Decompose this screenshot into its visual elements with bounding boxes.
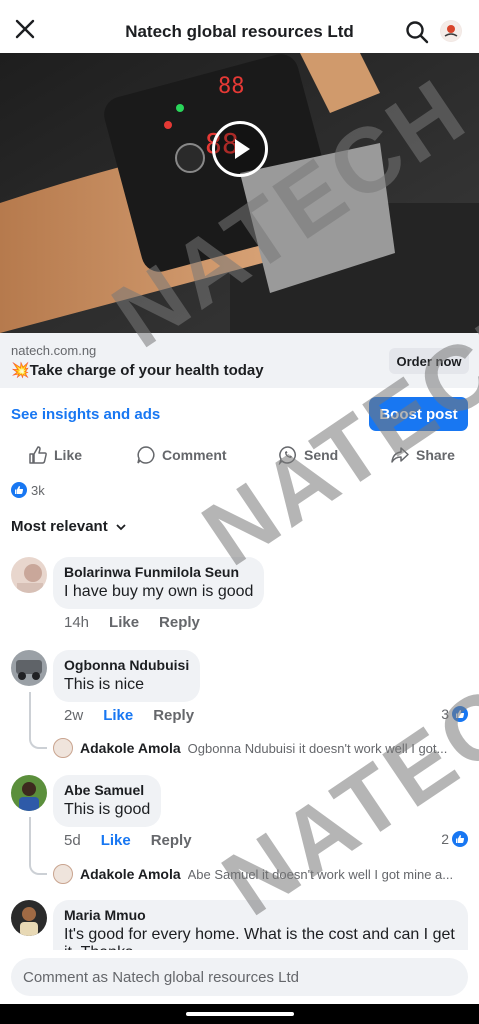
comment-like-button[interactable]: Like xyxy=(103,707,133,724)
reply-author: Adakole Amola xyxy=(80,740,181,756)
avatar[interactable] xyxy=(11,775,47,811)
chevron-down-icon xyxy=(116,524,126,531)
reply-text: Abe Samuel it doesn't work well I got mi… xyxy=(187,866,454,882)
link-headline: 💥Take charge of your health today xyxy=(11,362,264,379)
like-button[interactable]: Like xyxy=(28,445,82,465)
comment-text: I have buy my own is good xyxy=(64,583,254,600)
comment-reaction-count[interactable]: 3 xyxy=(441,706,468,722)
thread-connector xyxy=(29,817,47,875)
link-preview[interactable]: natech.com.ng 💥Take charge of your healt… xyxy=(0,333,479,388)
profile-avatar[interactable] xyxy=(440,20,462,42)
thread-connector xyxy=(29,692,47,749)
comment-item: Ogbonna Ndubuisi This is nice 2w Like Re… xyxy=(0,650,479,765)
like-reaction-icon xyxy=(11,482,27,498)
comment-meta: 2w Like Reply xyxy=(64,707,194,724)
like-label: Like xyxy=(54,447,83,463)
boost-post-button[interactable]: Boost post xyxy=(369,397,468,431)
comment-bubble[interactable]: Ogbonna Ndubuisi This is nice xyxy=(53,650,201,702)
comment-time: 2w xyxy=(64,707,84,724)
commenter-name[interactable]: Bolarinwa Funmilola Seun xyxy=(64,564,253,580)
reply-avatar xyxy=(53,738,73,758)
video-frame: 88 88 xyxy=(0,53,479,333)
search-icon[interactable] xyxy=(405,20,429,44)
comment-text: This is good xyxy=(64,801,151,818)
comment-reply-button[interactable]: Reply xyxy=(151,832,192,849)
comment-reaction-count[interactable]: 2 xyxy=(441,831,468,847)
comment-bubble[interactable]: Abe Samuel This is good xyxy=(53,775,162,827)
share-icon xyxy=(391,447,409,463)
comment-text: This is nice xyxy=(64,676,145,693)
link-domain: natech.com.ng xyxy=(11,343,97,358)
avatar[interactable] xyxy=(11,650,47,686)
whatsapp-icon xyxy=(278,446,296,465)
top-bar: Natech global resources Ltd xyxy=(0,0,479,56)
share-label: Share xyxy=(416,447,455,463)
comment-like-button[interactable]: Like xyxy=(109,614,139,631)
send-button[interactable]: Send xyxy=(278,445,338,465)
reaction-count: 3k xyxy=(31,482,45,498)
thumbs-up-icon xyxy=(29,446,47,464)
comment-like-button[interactable]: Like xyxy=(101,832,131,849)
comment-reply-button[interactable]: Reply xyxy=(159,614,200,631)
reply-avatar xyxy=(53,864,73,884)
comment-time: 14h xyxy=(64,614,90,631)
comment-bubble[interactable]: Bolarinwa Funmilola Seun I have buy my o… xyxy=(53,557,265,609)
comment-button[interactable]: Comment xyxy=(136,445,227,465)
comment-time: 5d xyxy=(64,832,81,849)
send-label: Send xyxy=(304,447,339,463)
reply-author: Adakole Amola xyxy=(80,866,181,882)
home-gesture-handle[interactable] xyxy=(186,1012,294,1016)
reaction-number: 3 xyxy=(441,706,449,722)
reaction-summary[interactable]: 3k xyxy=(11,482,45,498)
comment-item: Abe Samuel This is good 5d Like Reply 2 … xyxy=(0,775,479,890)
play-button[interactable] xyxy=(212,121,268,177)
post-actions: Like Comment Send Share xyxy=(0,445,479,471)
comment-reply-button[interactable]: Reply xyxy=(153,707,194,724)
comment-label: Comment xyxy=(162,447,227,463)
comment-item: Bolarinwa Funmilola Seun I have buy my o… xyxy=(0,557,479,637)
comment-icon xyxy=(137,446,155,464)
share-button[interactable]: Share xyxy=(390,445,455,465)
order-now-button[interactable]: Order now xyxy=(389,348,469,374)
svg-text:88: 88 xyxy=(218,74,245,99)
commenter-name[interactable]: Abe Samuel xyxy=(64,782,150,798)
comment-meta: 14h Like Reply xyxy=(64,614,200,631)
reaction-number: 2 xyxy=(441,831,449,847)
avatar[interactable] xyxy=(11,900,47,936)
sort-label: Most relevant xyxy=(11,518,108,535)
commenter-name[interactable]: Ogbonna Ndubuisi xyxy=(64,657,189,673)
like-reaction-icon xyxy=(452,831,468,847)
comment-meta: 5d Like Reply xyxy=(64,832,192,849)
play-icon xyxy=(235,139,250,159)
sort-dropdown[interactable]: Most relevant xyxy=(11,518,126,535)
reply-preview[interactable]: Adakole Amola Ogbonna Ndubuisi it doesn'… xyxy=(53,738,468,758)
reply-preview[interactable]: Adakole Amola Abe Samuel it doesn't work… xyxy=(53,864,468,884)
post-video[interactable]: 88 88 xyxy=(0,53,479,333)
commenter-name[interactable]: Maria Mmuo xyxy=(64,907,457,923)
avatar[interactable] xyxy=(11,557,47,593)
system-nav-bar xyxy=(0,1004,479,1024)
reply-text: Ogbonna Ndubuisi it doesn't work well I … xyxy=(187,740,448,756)
like-reaction-icon xyxy=(452,706,468,722)
comment-input[interactable]: Comment as Natech global resources Ltd xyxy=(11,958,468,996)
see-insights-link[interactable]: See insights and ads xyxy=(11,406,160,423)
